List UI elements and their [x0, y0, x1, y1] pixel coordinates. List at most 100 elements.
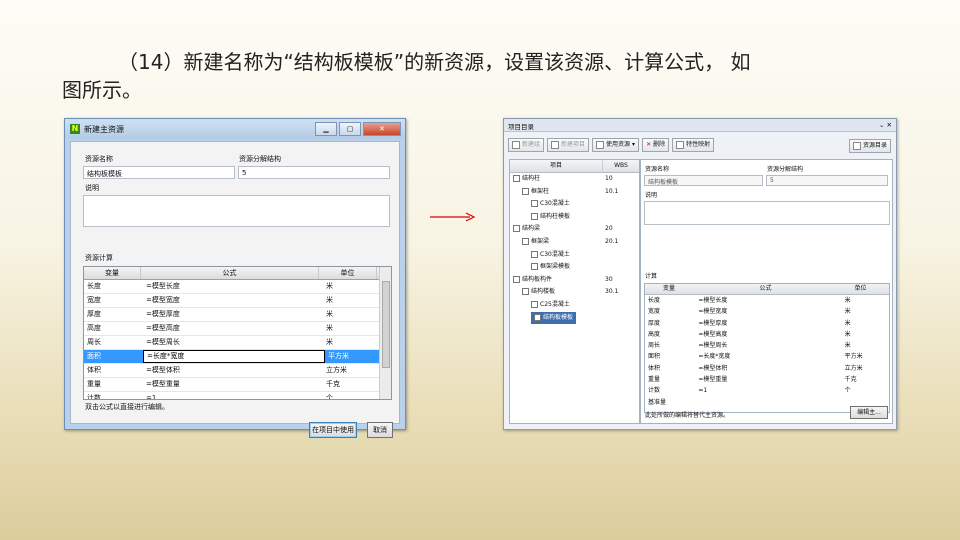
panel-cell-formula[interactable]: =1 — [695, 385, 841, 396]
edit-master-button[interactable]: 编辑主... — [850, 406, 888, 419]
new-group-label: 新建组 — [522, 141, 541, 148]
grid-scrollbar[interactable] — [379, 267, 391, 399]
panel-cell-formula[interactable]: =模型高度 — [695, 329, 841, 340]
delete-button[interactable]: ✕ 删除 — [642, 138, 670, 152]
tree-item[interactable]: 结构梁 20 — [510, 223, 639, 236]
cell-var: 体积 — [87, 366, 101, 374]
cell-formula[interactable]: =模型重量 — [143, 378, 323, 391]
panel-cell-unit: 米 — [844, 308, 851, 316]
panel-cell-formula[interactable]: =模型宽度 — [695, 306, 841, 317]
tree-item[interactable]: C30混凝土 — [510, 249, 639, 262]
panel-pin-close-icon[interactable]: ⌄ ✕ — [879, 121, 892, 129]
close-icon[interactable]: ✕ — [363, 122, 401, 136]
cell-unit: 千克 — [326, 380, 340, 388]
use-resource-button[interactable]: 使用资源 ▾ — [592, 138, 640, 152]
panel-formula-row[interactable]: 厚度 =模型厚度米 — [645, 318, 889, 329]
folder-icon — [522, 288, 529, 296]
formula-row[interactable]: 宽度 =模型宽度米 — [84, 294, 391, 308]
panel-formula-row[interactable]: 长度 =模型长度米 — [645, 295, 889, 306]
new-item-button[interactable]: 新建项目 — [547, 138, 590, 152]
panel-formula-row[interactable]: 计数 =1 个 — [645, 385, 889, 396]
panel-cell-formula[interactable] — [695, 397, 841, 408]
formula-row[interactable]: 周长 =模型周长米 — [84, 336, 391, 350]
cell-formula[interactable]: =模型高度 — [143, 322, 323, 335]
panel-cell-formula[interactable]: =模型体积 — [695, 363, 841, 374]
title-line-2: 图所示。 — [62, 78, 142, 102]
cell-var: 周长 — [87, 338, 101, 346]
panel-formula-row[interactable]: 宽度 =模型宽度米 — [645, 306, 889, 317]
use-in-project-button[interactable]: 在项目中使用 — [309, 422, 357, 438]
formula-row[interactable]: 厚度 =模型厚度米 — [84, 308, 391, 322]
formula-row[interactable]: 体积 =模型体积 立方米 — [84, 364, 391, 378]
cell-formula[interactable]: =模型周长 — [143, 336, 323, 349]
cell-formula[interactable]: =长度*宽度 — [143, 350, 325, 363]
resource-catalog-button[interactable]: 资源目录 — [848, 139, 891, 153]
tree-item[interactable]: 结构柱模板 — [510, 211, 639, 224]
tree-item[interactable]: C30混凝土 — [510, 198, 639, 211]
cell-unit: 米 — [326, 324, 333, 332]
formula-row[interactable]: 高度 =模型高度米 — [84, 322, 391, 336]
panel-formula-row[interactable]: 重量 =模型重量 千克 — [645, 374, 889, 385]
formula-row[interactable]: 面积 =长度*宽度 平方米 — [84, 350, 391, 364]
tree-item[interactable]: 结构板构件 30 — [510, 274, 639, 287]
panel-cell-formula[interactable]: =模型厚度 — [695, 318, 841, 329]
formula-row[interactable]: 重量 =模型重量 千克 — [84, 378, 391, 392]
cell-formula[interactable]: =1 — [143, 392, 323, 399]
panel-col-formula: 公式 — [759, 285, 772, 292]
formula-row[interactable]: 计数 =1 个 — [84, 392, 391, 399]
tree-item[interactable]: C25混凝土 — [510, 299, 639, 312]
wrench-icon — [534, 313, 541, 321]
cell-formula[interactable]: =模型厚度 — [143, 308, 323, 321]
wrench-icon — [531, 212, 538, 220]
grid-header: 变量 公式 单位 — [84, 267, 391, 280]
tree-item[interactable]: 结构楼板 30.1 — [510, 286, 639, 299]
tree-item-label: 结构板模板 — [531, 311, 577, 325]
panel-header: 项目目录 ⌄ ✕ — [504, 119, 896, 132]
panel-cell-formula[interactable]: =模型长度 — [695, 295, 841, 306]
tree-item-text: C30混凝土 — [540, 250, 570, 258]
resource-name-input[interactable]: 结构板模板 — [83, 166, 235, 179]
panel-formula-row[interactable]: 面积 =长度*宽度 平方米 — [645, 351, 889, 362]
panel-cell-formula[interactable]: =长度*宽度 — [695, 351, 841, 362]
tree-item-wbs: 30 — [605, 275, 613, 283]
tree-item[interactable]: 结构柱 10 — [510, 173, 639, 186]
use-resource-label: 使用资源 — [606, 141, 631, 148]
tree-item-label: 框架梁 — [522, 236, 549, 249]
new-item-icon — [551, 141, 560, 149]
tree-item-label: 结构楼板 — [522, 286, 555, 299]
maximize-icon[interactable]: ▢ — [339, 122, 361, 136]
scroll-thumb[interactable] — [382, 281, 390, 368]
cell-formula[interactable]: =模型体积 — [143, 364, 323, 377]
panel-cell-formula[interactable]: =模型重量 — [695, 374, 841, 385]
panel-description-input[interactable] — [644, 201, 890, 225]
tree-item[interactable]: 框架梁 20.1 — [510, 236, 639, 249]
panel-cell-formula[interactable]: =模型周长 — [695, 340, 841, 351]
tree-item-label: 结构梁 — [513, 223, 540, 236]
tree-item-label: 结构柱 — [513, 173, 540, 186]
cell-formula[interactable]: =模型宽度 — [143, 294, 323, 307]
description-input[interactable] — [83, 195, 390, 227]
tree-item[interactable]: 框架梁模板 — [510, 261, 639, 274]
folder-icon — [522, 237, 529, 245]
tree-item-label: 结构板构件 — [513, 274, 552, 287]
wbs-input[interactable]: 5 — [238, 166, 390, 179]
panel-description-label: 说明 — [645, 192, 658, 199]
description-label: 说明 — [85, 184, 99, 192]
tree-item[interactable]: 框架柱 10.1 — [510, 186, 639, 199]
tree-item-text: 结构板构件 — [522, 275, 553, 283]
panel-cell-var: 高度 — [648, 330, 661, 338]
minimize-icon[interactable]: ▁ — [315, 122, 337, 136]
panel-formula-row[interactable]: 高度 =模型高度米 — [645, 329, 889, 340]
new-group-button[interactable]: 新建组 — [508, 138, 545, 152]
tree-item[interactable]: 结构板模板 — [510, 311, 639, 325]
property-map-button[interactable]: 特性映射 — [672, 138, 715, 152]
panel-resource-name-label: 资源名称 — [645, 166, 670, 173]
cell-formula[interactable]: =模型长度 — [143, 280, 323, 293]
panel-formula-row[interactable]: 体积 =模型体积 立方米 — [645, 363, 889, 374]
formula-row[interactable]: 长度 =模型长度米 — [84, 280, 391, 294]
cancel-button[interactable]: 取消 — [367, 422, 393, 438]
panel-cell-var: 基准量 — [648, 398, 667, 406]
panel-formula-row[interactable]: 周长 =模型周长米 — [645, 340, 889, 351]
panel-formula-grid: 变量 公式 单位 长度 =模型长度米宽度 =模型宽度米厚度 =模型厚度米高度 =模型高度… — [644, 283, 890, 413]
tree-item-wbs: 20.1 — [605, 237, 619, 245]
